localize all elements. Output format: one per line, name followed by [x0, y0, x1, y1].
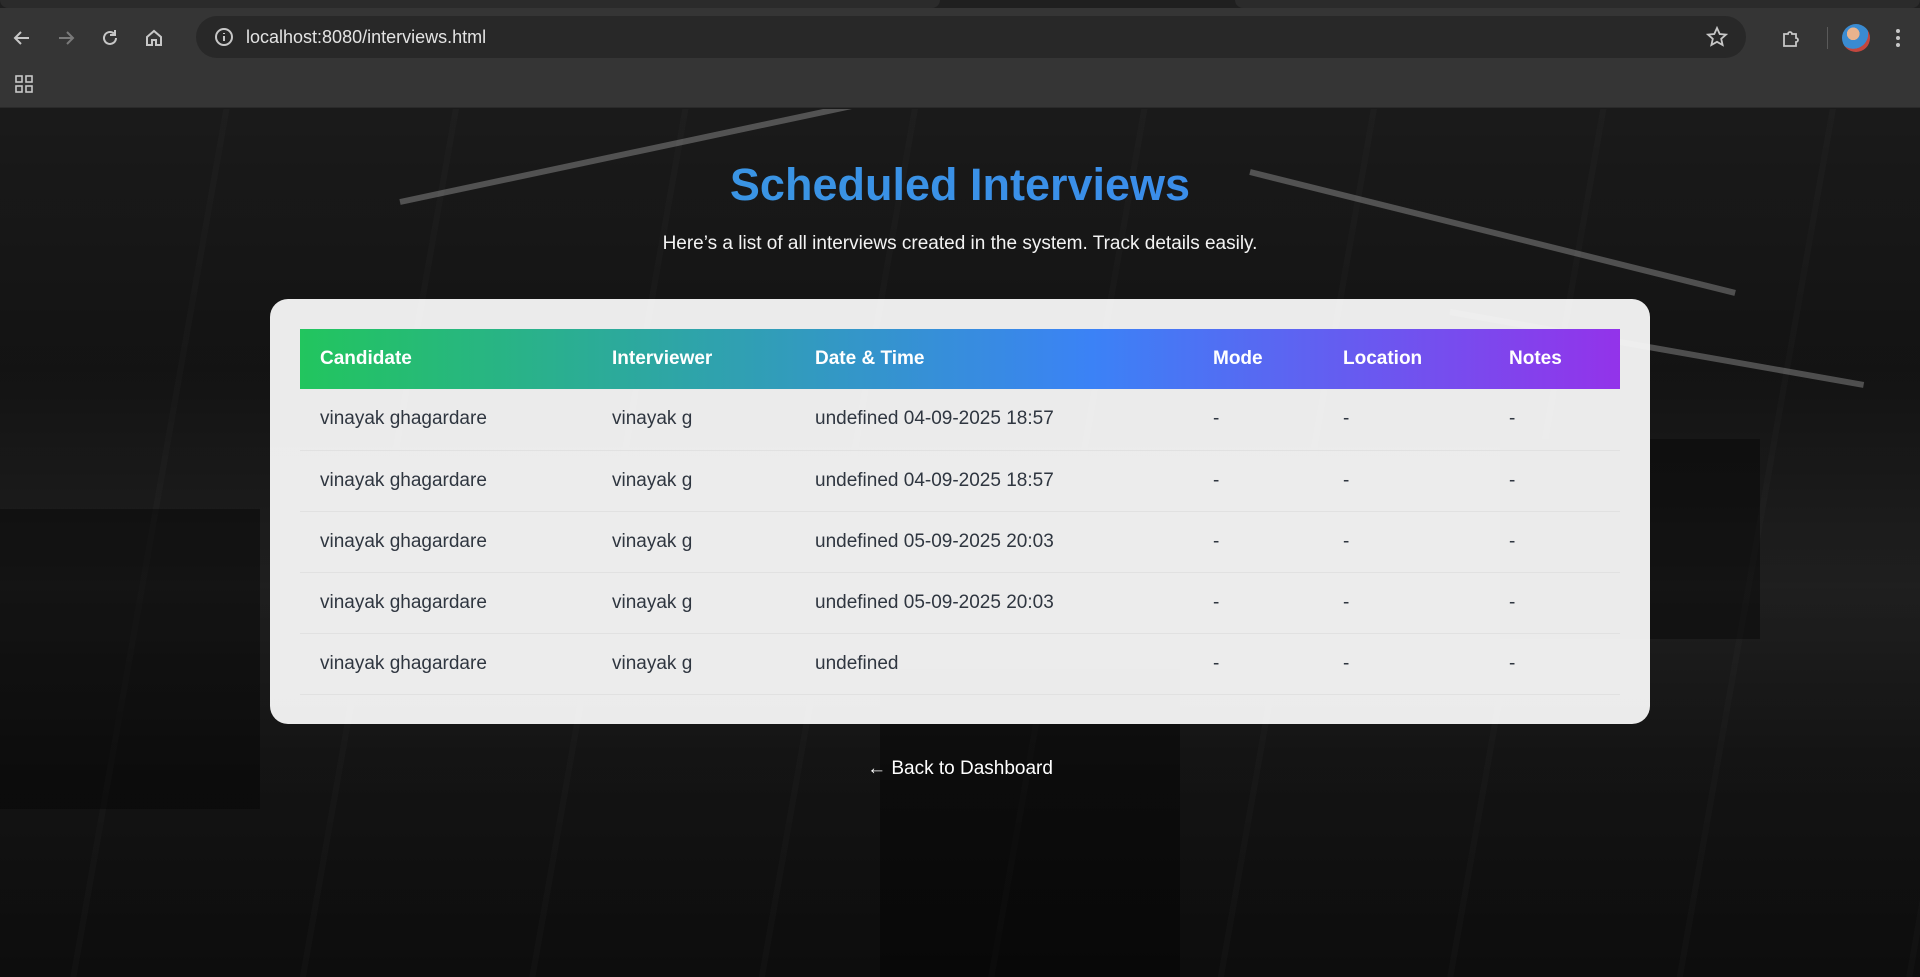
cell-candidate: vinayak ghagardare — [300, 572, 592, 634]
back-to-dashboard-container: ← Back to Dashboard — [0, 758, 1920, 780]
cell-mode: - — [1193, 511, 1323, 573]
table-header-row: Candidate Interviewer Date & Time Mode L… — [300, 329, 1620, 389]
cell-date-time: undefined — [795, 633, 1193, 695]
page-viewport: Scheduled Interviews Here’s a list of al… — [0, 109, 1920, 977]
cell-location: - — [1323, 572, 1489, 634]
info-icon[interactable] — [206, 27, 242, 47]
column-header-notes: Notes — [1509, 348, 1562, 369]
bookmarks-bar — [0, 68, 1920, 108]
table-row: vinayak ghagardare vinayak g undefined 0… — [300, 572, 1620, 634]
page-title: Scheduled Interviews — [0, 159, 1920, 211]
address-bar[interactable]: localhost:8080/interviews.html — [196, 16, 1746, 58]
cell-mode: - — [1193, 633, 1323, 695]
tab-right[interactable] — [1235, 0, 1920, 8]
cell-location: - — [1323, 389, 1489, 451]
column-header-date-time: Date & Time — [815, 348, 925, 369]
cell-notes: - — [1489, 389, 1620, 451]
column-header-candidate: Candidate — [320, 348, 412, 369]
page-subtitle: Here’s a list of all interviews created … — [662, 233, 1258, 254]
forward-arrow-icon[interactable] — [44, 16, 88, 60]
back-to-dashboard-link[interactable]: ← Back to Dashboard — [867, 758, 1053, 779]
table-row: vinayak ghagardare vinayak g undefined 0… — [300, 450, 1620, 512]
cell-location: - — [1323, 450, 1489, 512]
cell-date-time: undefined 04-09-2025 18:57 — [795, 389, 1193, 451]
apps-grid-icon[interactable] — [14, 74, 34, 99]
cell-location: - — [1323, 633, 1489, 695]
home-icon[interactable] — [132, 16, 176, 60]
toolbar-right — [1769, 16, 1920, 60]
cell-candidate: vinayak ghagardare — [300, 450, 592, 512]
column-header-interviewer: Interviewer — [612, 348, 713, 369]
cell-notes: - — [1489, 572, 1620, 634]
cell-interviewer: vinayak g — [592, 511, 795, 573]
table-row: vinayak ghagardare vinayak g undefined -… — [300, 633, 1620, 695]
reload-icon[interactable] — [88, 16, 132, 60]
cell-notes: - — [1489, 633, 1620, 695]
toolbar-divider — [1827, 27, 1828, 49]
table-row: vinayak ghagardare vinayak g undefined 0… — [300, 389, 1620, 451]
cell-candidate: vinayak ghagardare — [300, 633, 592, 695]
cell-date-time: undefined 04-09-2025 18:57 — [795, 450, 1193, 512]
cell-interviewer: vinayak g — [592, 450, 795, 512]
table-row: vinayak ghagardare vinayak g undefined 0… — [300, 511, 1620, 573]
cell-mode: - — [1193, 450, 1323, 512]
cell-candidate: vinayak ghagardare — [300, 511, 592, 573]
url-text[interactable]: localhost:8080/interviews.html — [246, 27, 486, 48]
profile-avatar[interactable] — [1842, 24, 1870, 52]
browser-toolbar: localhost:8080/interviews.html — [0, 8, 1920, 68]
cell-notes: - — [1489, 511, 1620, 573]
cell-mode: - — [1193, 389, 1323, 451]
cell-candidate: vinayak ghagardare — [300, 389, 592, 451]
cell-date-time: undefined 05-09-2025 20:03 — [795, 511, 1193, 573]
back-arrow-icon[interactable] — [0, 16, 44, 60]
kebab-menu-icon[interactable] — [1876, 16, 1920, 60]
cell-location: - — [1323, 511, 1489, 573]
cell-interviewer: vinayak g — [592, 389, 795, 451]
column-header-location: Location — [1343, 348, 1423, 369]
cell-date-time: undefined 05-09-2025 20:03 — [795, 572, 1193, 634]
tab-left[interactable] — [0, 0, 940, 8]
cell-mode: - — [1193, 572, 1323, 634]
bookmark-star-icon[interactable] — [1705, 25, 1729, 53]
cell-interviewer: vinayak g — [592, 633, 795, 695]
interviews-table: Candidate Interviewer Date & Time Mode L… — [300, 329, 1620, 695]
cell-interviewer: vinayak g — [592, 572, 795, 634]
column-header-mode: Mode — [1213, 348, 1263, 369]
extensions-icon[interactable] — [1769, 16, 1813, 60]
cell-notes: - — [1489, 450, 1620, 512]
interviews-card: Candidate Interviewer Date & Time Mode L… — [270, 299, 1650, 724]
